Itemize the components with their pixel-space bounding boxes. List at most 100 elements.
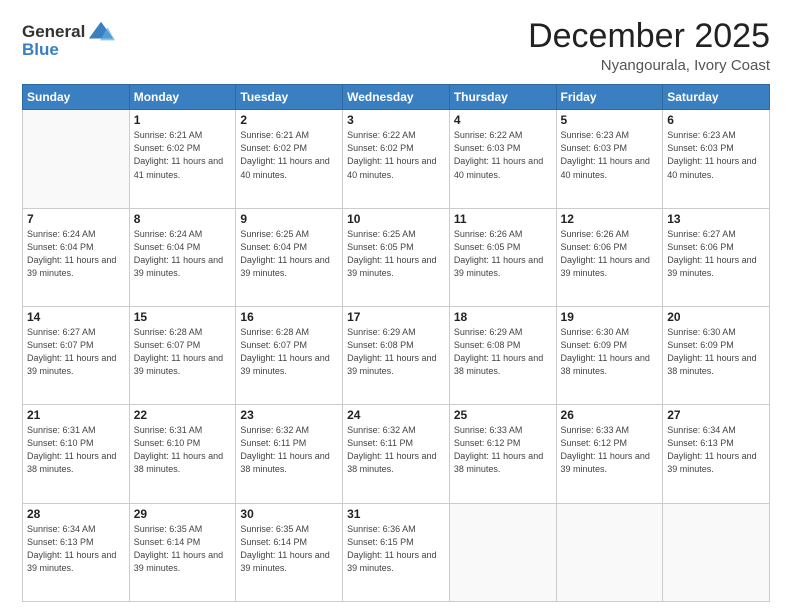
day-number: 9	[240, 212, 338, 226]
day-info: Sunrise: 6:24 AM Sunset: 6:04 PM Dayligh…	[27, 228, 125, 280]
table-row: 2Sunrise: 6:21 AM Sunset: 6:02 PM Daylig…	[236, 110, 343, 208]
logo-blue: Blue	[22, 40, 59, 60]
day-number: 15	[134, 310, 232, 324]
header-saturday: Saturday	[663, 85, 770, 110]
day-info: Sunrise: 6:30 AM Sunset: 6:09 PM Dayligh…	[667, 326, 765, 378]
day-info: Sunrise: 6:35 AM Sunset: 6:14 PM Dayligh…	[134, 523, 232, 575]
day-info: Sunrise: 6:22 AM Sunset: 6:03 PM Dayligh…	[454, 129, 552, 181]
day-number: 8	[134, 212, 232, 226]
day-number: 12	[561, 212, 659, 226]
table-row: 3 Sunrise: 6:22 AM Sunset: 6:02 PM Daylig…	[343, 110, 450, 208]
day-number: 27	[667, 408, 765, 422]
day-number: 20	[667, 310, 765, 324]
table-row: 6 Sunrise: 6:23 AM Sunset: 6:03 PM Daylig…	[663, 110, 770, 208]
day-number: 10	[347, 212, 445, 226]
header-thursday: Thursday	[449, 85, 556, 110]
day-number: 6	[667, 113, 765, 127]
day-info: Sunrise: 6:34 AM Sunset: 6:13 PM Dayligh…	[667, 424, 765, 476]
day-info: Sunrise: 6:31 AM Sunset: 6:10 PM Dayligh…	[27, 424, 125, 476]
day-info: Sunrise: 6:35 AM Sunset: 6:14 PM Dayligh…	[240, 523, 338, 575]
table-row	[663, 503, 770, 601]
table-row: 13Sunrise: 6:27 AM Sunset: 6:06 PM Dayli…	[663, 208, 770, 306]
table-row: 4 Sunrise: 6:22 AM Sunset: 6:03 PM Daylig…	[449, 110, 556, 208]
day-number: 26	[561, 408, 659, 422]
day-number: 16	[240, 310, 338, 324]
day-number: 7	[27, 212, 125, 226]
table-row: 12 Sunrise: 6:26 AM Sunset: 6:06 PM Dayli…	[556, 208, 663, 306]
day-number: 31	[347, 507, 445, 521]
table-row: 28 Sunrise: 6:34 AM Sunset: 6:13 PM Dayli…	[23, 503, 130, 601]
table-row	[449, 503, 556, 601]
day-info: Sunrise: 6:34 AM Sunset: 6:13 PM Dayligh…	[27, 523, 125, 575]
day-info: Sunrise: 6:32 AM Sunset: 6:11 PM Dayligh…	[347, 424, 445, 476]
day-number: 4	[454, 113, 552, 127]
day-number: 28	[27, 507, 125, 521]
weekday-header-row: Sunday Monday Tuesday Wednesday Thursday…	[23, 85, 770, 110]
table-row: 24 Sunrise: 6:32 AM Sunset: 6:11 PM Dayli…	[343, 405, 450, 503]
table-row: 21 Sunrise: 6:31 AM Sunset: 6:10 PM Dayli…	[23, 405, 130, 503]
day-info: Sunrise: 6:29 AM Sunset: 6:08 PM Dayligh…	[347, 326, 445, 378]
table-row: 20 Sunrise: 6:30 AM Sunset: 6:09 PM Dayli…	[663, 307, 770, 405]
day-number: 24	[347, 408, 445, 422]
day-info: Sunrise: 6:26 AM Sunset: 6:05 PM Dayligh…	[454, 228, 552, 280]
logo-icon	[87, 18, 115, 46]
day-info: Sunrise: 6:25 AM Sunset: 6:04 PM Dayligh…	[240, 228, 338, 280]
table-row: 8 Sunrise: 6:24 AM Sunset: 6:04 PM Daylig…	[129, 208, 236, 306]
day-info: Sunrise: 6:23 AM Sunset: 6:03 PM Dayligh…	[561, 129, 659, 181]
day-info: Sunrise: 6:33 AM Sunset: 6:12 PM Dayligh…	[561, 424, 659, 476]
logo-general: General	[22, 22, 85, 42]
day-number: 1	[134, 113, 232, 127]
day-number: 21	[27, 408, 125, 422]
header: General Blue December 2025 Nyangourala, …	[22, 18, 770, 74]
day-info: Sunrise: 6:22 AM Sunset: 6:02 PM Dayligh…	[347, 129, 445, 181]
day-info: Sunrise: 6:25 AM Sunset: 6:05 PM Dayligh…	[347, 228, 445, 280]
week-row-2: 14 Sunrise: 6:27 AM Sunset: 6:07 PM Dayli…	[23, 307, 770, 405]
day-info: Sunrise: 6:23 AM Sunset: 6:03 PM Dayligh…	[667, 129, 765, 181]
day-info: Sunrise: 6:21 AM Sunset: 6:02 PM Dayligh…	[134, 129, 232, 181]
day-number: 18	[454, 310, 552, 324]
day-number: 29	[134, 507, 232, 521]
week-row-4: 28 Sunrise: 6:34 AM Sunset: 6:13 PM Dayli…	[23, 503, 770, 601]
table-row: 29 Sunrise: 6:35 AM Sunset: 6:14 PM Dayli…	[129, 503, 236, 601]
day-info: Sunrise: 6:30 AM Sunset: 6:09 PM Dayligh…	[561, 326, 659, 378]
location-subtitle: Nyangourala, Ivory Coast	[528, 57, 770, 74]
table-row	[556, 503, 663, 601]
table-row: 18 Sunrise: 6:29 AM Sunset: 6:08 PM Dayli…	[449, 307, 556, 405]
day-number: 14	[27, 310, 125, 324]
day-info: Sunrise: 6:31 AM Sunset: 6:10 PM Dayligh…	[134, 424, 232, 476]
week-row-1: 7 Sunrise: 6:24 AM Sunset: 6:04 PM Daylig…	[23, 208, 770, 306]
day-number: 22	[134, 408, 232, 422]
page: General Blue December 2025 Nyangourala, …	[0, 0, 792, 612]
day-number: 25	[454, 408, 552, 422]
table-row: 27 Sunrise: 6:34 AM Sunset: 6:13 PM Dayli…	[663, 405, 770, 503]
day-number: 23	[240, 408, 338, 422]
day-number: 5	[561, 113, 659, 127]
day-number: 3	[347, 113, 445, 127]
day-info: Sunrise: 6:26 AM Sunset: 6:06 PM Dayligh…	[561, 228, 659, 280]
header-sunday: Sunday	[23, 85, 130, 110]
day-info: Sunrise: 6:36 AM Sunset: 6:15 PM Dayligh…	[347, 523, 445, 575]
week-row-3: 21 Sunrise: 6:31 AM Sunset: 6:10 PM Dayli…	[23, 405, 770, 503]
table-row	[23, 110, 130, 208]
day-info: Sunrise: 6:32 AM Sunset: 6:11 PM Dayligh…	[240, 424, 338, 476]
table-row: 31 Sunrise: 6:36 AM Sunset: 6:15 PM Dayli…	[343, 503, 450, 601]
day-number: 17	[347, 310, 445, 324]
header-wednesday: Wednesday	[343, 85, 450, 110]
table-row: 26 Sunrise: 6:33 AM Sunset: 6:12 PM Dayli…	[556, 405, 663, 503]
month-title: December 2025	[528, 18, 770, 55]
day-info: Sunrise: 6:27 AM Sunset: 6:07 PM Dayligh…	[27, 326, 125, 378]
day-info: Sunrise: 6:24 AM Sunset: 6:04 PM Dayligh…	[134, 228, 232, 280]
table-row: 11Sunrise: 6:26 AM Sunset: 6:05 PM Dayli…	[449, 208, 556, 306]
day-number: 13	[667, 212, 765, 226]
week-row-0: 1 Sunrise: 6:21 AM Sunset: 6:02 PM Daylig…	[23, 110, 770, 208]
table-row: 5 Sunrise: 6:23 AM Sunset: 6:03 PM Daylig…	[556, 110, 663, 208]
table-row: 30Sunrise: 6:35 AM Sunset: 6:14 PM Dayli…	[236, 503, 343, 601]
table-row: 25Sunrise: 6:33 AM Sunset: 6:12 PM Dayli…	[449, 405, 556, 503]
day-info: Sunrise: 6:28 AM Sunset: 6:07 PM Dayligh…	[134, 326, 232, 378]
table-row: 14 Sunrise: 6:27 AM Sunset: 6:07 PM Dayli…	[23, 307, 130, 405]
table-row: 1 Sunrise: 6:21 AM Sunset: 6:02 PM Daylig…	[129, 110, 236, 208]
table-row: 9 Sunrise: 6:25 AM Sunset: 6:04 PM Daylig…	[236, 208, 343, 306]
day-info: Sunrise: 6:29 AM Sunset: 6:08 PM Dayligh…	[454, 326, 552, 378]
table-row: 15 Sunrise: 6:28 AM Sunset: 6:07 PM Dayli…	[129, 307, 236, 405]
day-info: Sunrise: 6:21 AM Sunset: 6:02 PM Dayligh…	[240, 129, 338, 181]
